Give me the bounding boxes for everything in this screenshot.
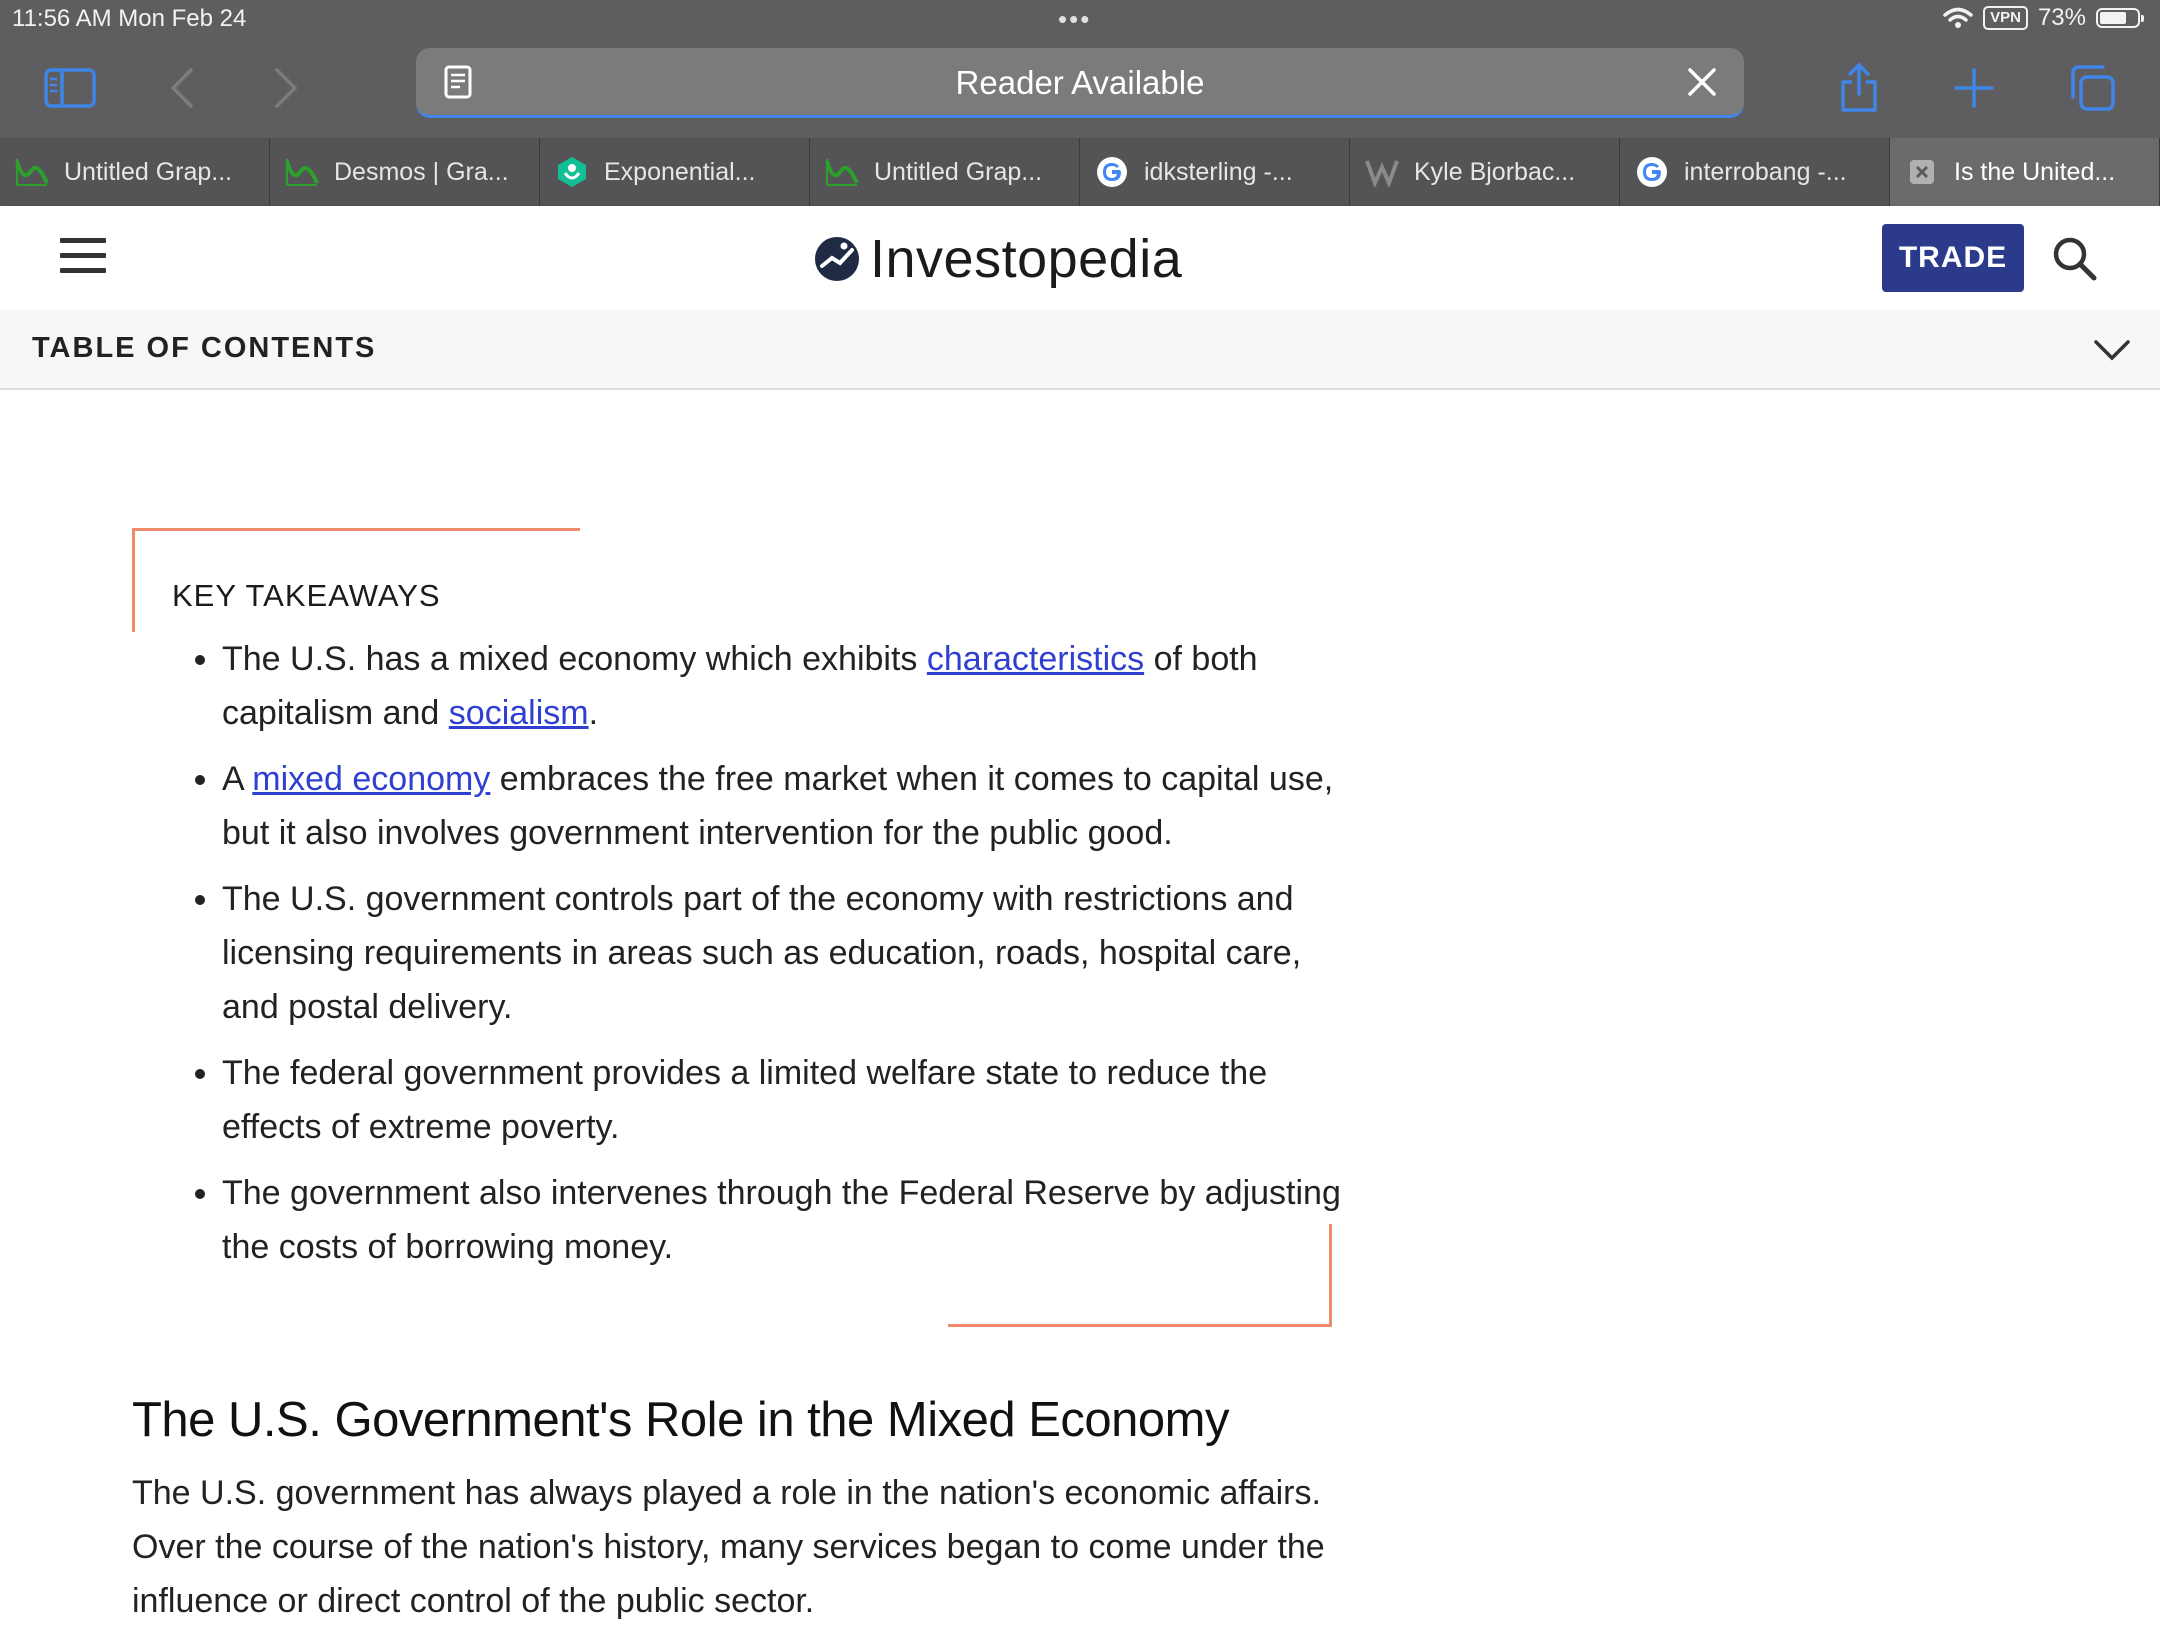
battery-percent: 73% [2037, 4, 2086, 31]
tab-is-the-united[interactable]: Is the United... [1890, 138, 2160, 206]
key-takeaways-list: The U.S. has a mixed economy which exhib… [172, 632, 1352, 1286]
sidebar-icon[interactable] [40, 58, 100, 118]
tab-title: idksterling -... [1144, 157, 1293, 186]
investopedia-logo[interactable]: Investopedia [814, 228, 1182, 290]
tab-desmos[interactable]: Desmos | Gra... [270, 138, 540, 206]
status-right: VPN 73% [1943, 4, 2144, 32]
tab-title: Kyle Bjorbac... [1414, 157, 1576, 186]
link-mixed-economy[interactable]: mixed economy [252, 760, 490, 798]
list-item: The U.S. has a mixed economy which exhib… [222, 632, 1352, 740]
desmos-icon [824, 154, 860, 190]
tab-strip: Untitled Grap... Desmos | Gra... Exponen… [0, 138, 2160, 206]
key-takeaways-title: KEY TAKEAWAYS [172, 578, 441, 613]
battery-level [2100, 12, 2127, 24]
multitasking-dots-icon[interactable]: ••• [1058, 4, 1091, 35]
section-body: The U.S. government has always played a … [132, 1474, 1325, 1620]
section-heading: The U.S. Government's Role in the Mixed … [132, 1393, 1230, 1447]
accent-border [132, 528, 580, 531]
tab-kyle-bjorback[interactable]: Kyle Bjorbac... [1350, 138, 1620, 206]
logo-text: Investopedia [870, 229, 1183, 289]
google-icon [1094, 154, 1130, 190]
tab-title: Exponential... [604, 157, 756, 186]
item-text: . [588, 694, 599, 732]
tab-title: interrobang -... [1684, 157, 1847, 186]
tab-idksterling[interactable]: idksterling -... [1080, 138, 1350, 206]
status-bar: 11:56 AM Mon Feb 24 ••• VPN 73% [0, 0, 2160, 40]
close-icon[interactable] [1682, 62, 1722, 102]
key-takeaways-box: KEY TAKEAWAYS The U.S. has a mixed econo… [132, 528, 1341, 1328]
tab-untitled-graph-1[interactable]: Untitled Grap... [0, 138, 270, 206]
address-bar[interactable]: Reader Available [416, 48, 1744, 118]
list-item: The U.S. government controls part of the… [222, 872, 1352, 1034]
google-icon [1634, 154, 1670, 190]
status-time: 11:56 AM Mon Feb 24 [12, 5, 247, 32]
vpn-badge: VPN [1983, 6, 2028, 30]
investopedia-logo-icon [815, 237, 859, 281]
w-icon [1364, 154, 1400, 190]
item-text: The U.S. has a mixed economy which exhib… [222, 640, 927, 678]
tab-untitled-graph-2[interactable]: Untitled Grap... [810, 138, 1080, 206]
tab-interrobang[interactable]: interrobang -... [1620, 138, 1890, 206]
tab-title: Untitled Grap... [874, 157, 1043, 186]
desmos-icon [14, 154, 50, 190]
table-of-contents-bar[interactable]: TABLE OF CONTENTS [0, 310, 2160, 390]
new-tab-icon[interactable] [1944, 58, 2004, 118]
khan-academy-icon [554, 154, 590, 190]
tab-exponential[interactable]: Exponential... [540, 138, 810, 206]
browser-toolbar: Reader Available [0, 40, 2160, 138]
accent-border [132, 528, 135, 632]
site-header: Investopedia TRADE [0, 206, 2160, 310]
tab-title: Desmos | Gra... [334, 157, 509, 186]
toc-label: TABLE OF CONTENTS [32, 332, 377, 364]
share-icon[interactable] [1829, 58, 1889, 118]
menu-icon[interactable] [60, 238, 106, 276]
link-characteristics[interactable]: characteristics [927, 640, 1144, 678]
address-text: Reader Available [955, 64, 1205, 101]
accent-border [948, 1324, 1332, 1327]
close-tab-icon[interactable] [1904, 154, 1940, 190]
list-item: The federal government provides a limite… [222, 1046, 1352, 1154]
desmos-icon [284, 154, 320, 190]
item-text: A [222, 760, 253, 798]
trade-button[interactable]: TRADE [1882, 224, 2024, 292]
back-icon[interactable] [152, 58, 212, 118]
list-item: The government also intervenes through t… [222, 1166, 1352, 1274]
forward-icon[interactable] [256, 58, 316, 118]
tabs-overview-icon[interactable] [2062, 58, 2122, 118]
battery-icon [2096, 8, 2144, 28]
wifi-icon [1943, 7, 1973, 28]
tab-title: Is the United... [1954, 157, 2116, 186]
list-item: A mixed economy embraces the free market… [222, 752, 1352, 860]
search-icon[interactable] [2050, 234, 2100, 284]
tab-title: Untitled Grap... [64, 157, 233, 186]
link-socialism[interactable]: socialism [449, 694, 589, 732]
chevron-down-icon[interactable] [2092, 334, 2132, 364]
